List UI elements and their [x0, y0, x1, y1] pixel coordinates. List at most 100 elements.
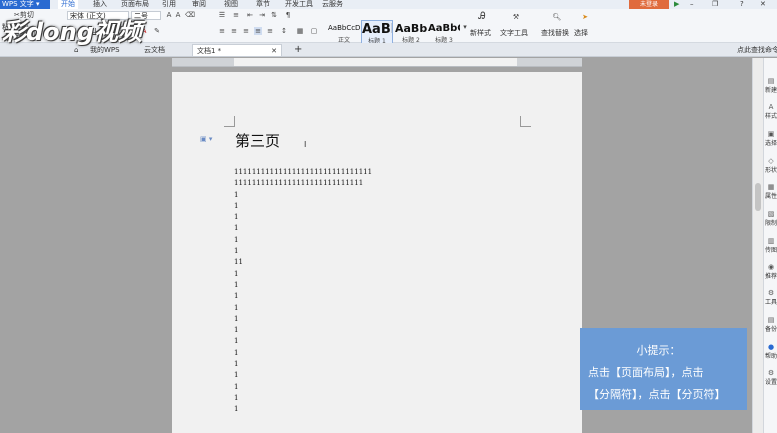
text-cursor-icon: I — [304, 140, 307, 149]
body-line: 1 — [234, 326, 239, 335]
body-line: 1 — [234, 280, 239, 289]
body-line: 1 — [234, 371, 239, 380]
help-circle-icon: ● — [767, 343, 775, 351]
find-replace-icon: 🔍︎ — [552, 13, 562, 21]
cursor-select-icon: ➤ — [582, 13, 588, 21]
align-left-icon[interactable]: ≡ — [218, 27, 226, 35]
menu-cloud-service[interactable]: 云服务 — [322, 0, 343, 9]
window-min-icon[interactable]: – — [690, 0, 694, 9]
select-icon: ▣ — [767, 130, 775, 138]
horizontal-ruler[interactable] — [172, 58, 582, 67]
menu-home[interactable]: 开始 — [58, 0, 78, 9]
body-line: 1 — [234, 360, 239, 369]
show-marks-icon[interactable]: ¶ — [284, 11, 292, 19]
body-line: 1111111111111111111111111111111 — [234, 168, 373, 176]
body-line: 1 — [234, 292, 239, 301]
select-button[interactable]: 选择 — [574, 29, 588, 38]
clear-format-icon[interactable]: ⌫ — [185, 11, 195, 19]
body-line: 1 — [234, 337, 239, 346]
body-line: 1 — [234, 224, 239, 233]
hint-line-1: 点击【页面布局】，点击 — [588, 366, 704, 379]
body-line: 11111111111111111111111111111 — [234, 179, 364, 188]
hint-title: 小提示： — [636, 344, 681, 357]
vertical-scrollbar[interactable] — [752, 58, 763, 433]
panel-settings[interactable]: ⚙ 设置 — [764, 369, 777, 387]
align-center-icon[interactable]: ≡ — [230, 27, 238, 35]
find-replace-button[interactable]: 查找替换 — [541, 29, 569, 38]
margin-corner-top-left — [224, 116, 235, 127]
panel-shapes[interactable]: ◇ 形状 — [764, 158, 777, 175]
paragraph-handle-icon[interactable]: ▣ ▾ — [200, 135, 212, 143]
tab-document-1[interactable]: 文档1 * ✕ — [192, 44, 282, 56]
scrollbar-thumb[interactable] — [755, 183, 761, 211]
body-line: 1 — [234, 201, 239, 210]
menu-insert[interactable]: 插入 — [93, 0, 107, 9]
ruler-text-area — [234, 58, 517, 66]
body-line: 11 — [234, 258, 243, 267]
body-line: 1 — [234, 303, 239, 312]
panel-upload-image[interactable]: ▥ 传图 — [764, 238, 777, 255]
panel-new[interactable]: ▤ 新建 — [764, 78, 777, 95]
hint-box: 小提示： 点击【页面布局】，点击 【分隔符】，点击【分页符】 — [580, 328, 747, 410]
tab-cloud-doc[interactable]: 云文档 — [140, 44, 169, 56]
panel-properties[interactable]: ▦ 属性 — [764, 184, 777, 201]
task-panel: ▤ 新建 A 样式 ▣ 选择 ◇ 形状 ▦ 属性 ▧ 限制 ▥ 传图 ◉ 推荐 ⚙ 工具 ▤ 备份 … — [763, 58, 777, 433]
distribute-icon[interactable]: ≡ — [266, 27, 274, 35]
line-spacing-icon[interactable]: ↕ — [280, 27, 288, 35]
panel-help[interactable]: ● 帮助 — [764, 343, 777, 361]
shading-icon[interactable]: ▦ — [296, 27, 304, 35]
body-line: 1 — [234, 314, 239, 323]
highlight-button[interactable]: ✎ — [153, 27, 161, 35]
menu-references[interactable]: 引用 — [162, 0, 176, 9]
menu-page-layout[interactable]: 页面布局 — [121, 0, 149, 9]
document-heading[interactable]: 第三页 — [235, 130, 280, 151]
panel-styles[interactable]: A 样式 — [764, 103, 777, 121]
panel-tools[interactable]: ⚙ 工具 — [764, 289, 777, 307]
increase-indent-icon[interactable]: ⇥ — [258, 11, 266, 19]
menu-chapter[interactable]: 章节 — [256, 0, 270, 9]
text-tools-button[interactable]: 文字工具 — [500, 29, 528, 38]
grow-font-icon[interactable]: A — [165, 11, 173, 19]
justify-icon[interactable]: ≡ — [254, 27, 262, 35]
body-line: 1 — [234, 269, 239, 278]
shrink-font-icon[interactable]: A — [174, 11, 182, 19]
body-line: 1 — [234, 235, 239, 244]
body-line: 1 — [234, 213, 239, 222]
new-tab-button[interactable]: + — [290, 44, 306, 56]
panel-backup[interactable]: ▤ 备份 — [764, 317, 777, 334]
menu-developer[interactable]: 开发工具 — [285, 0, 313, 9]
body-line: 1 — [234, 247, 239, 256]
align-right-icon[interactable]: ≡ — [242, 27, 250, 35]
command-search[interactable]: 点此查找命令 — [733, 44, 777, 56]
window-close-icon[interactable]: ✕ — [760, 0, 766, 9]
help-icon[interactable]: ? — [740, 0, 744, 9]
body-line: 1 — [234, 348, 239, 357]
styles-icon: A — [768, 103, 774, 111]
document-page[interactable]: ▣ ▾ 第三页 I 111111111111111111111111111111… — [172, 72, 582, 433]
bullet-list-icon[interactable]: ☰ — [218, 11, 226, 19]
menu-review[interactable]: 审阅 — [192, 0, 206, 9]
new-style-button[interactable]: 新样式 — [470, 29, 491, 38]
settings-icon: ⚙ — [767, 369, 775, 377]
panel-select[interactable]: ▣ 选择 — [764, 130, 777, 148]
document-body[interactable]: 1111111111111111111111111111111 11111111… — [234, 167, 372, 416]
numbered-list-icon[interactable]: ≡ — [232, 11, 240, 19]
decrease-indent-icon[interactable]: ⇤ — [246, 11, 254, 19]
sort-icon[interactable]: ⇅ — [270, 11, 278, 19]
margin-corner-top-right — [520, 116, 531, 127]
borders-icon[interactable]: ▢ — [310, 27, 318, 35]
styles-more-icon[interactable]: ▾ — [461, 23, 469, 31]
hint-line-2: 【分隔符】，点击【分页符】 — [588, 388, 726, 401]
app-menu-button[interactable]: WPS 文字 ▾ — [0, 0, 50, 9]
panel-restrict[interactable]: ▧ 限制 — [764, 211, 777, 228]
tab-close-icon[interactable]: ✕ — [271, 45, 277, 57]
body-line: 1 — [234, 405, 239, 414]
menu-view[interactable]: 视图 — [224, 0, 238, 9]
window-restore-icon[interactable]: ❐ — [712, 0, 718, 9]
run-icon[interactable]: ▶ — [674, 0, 679, 9]
tools-icon: ⚙ — [767, 289, 775, 297]
panel-recommend[interactable]: ◉ 推荐 — [764, 264, 777, 281]
body-line: 1 — [234, 382, 239, 391]
login-button[interactable]: 未登录 — [629, 0, 669, 9]
body-line: 1 — [234, 190, 239, 199]
